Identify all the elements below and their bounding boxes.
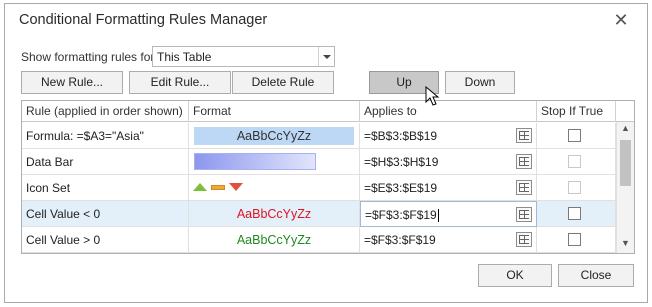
format-cell[interactable]	[189, 175, 360, 201]
table-row[interactable]: Icon Set =$E$3:$E$19	[22, 175, 616, 201]
arrow-up-icon	[193, 183, 207, 191]
applies-to-input[interactable]: =$F$3:$F$19	[365, 208, 437, 222]
range-picker-icon[interactable]	[516, 232, 532, 247]
format-cell[interactable]	[189, 149, 360, 175]
show-rules-value: This Table	[157, 50, 212, 64]
applies-to-value: =$H$3:$H$19	[364, 155, 439, 169]
range-picker-icon[interactable]	[516, 154, 532, 169]
range-picker-icon[interactable]	[516, 180, 532, 195]
dialog-title: Conditional Formatting Rules Manager	[19, 12, 268, 28]
header-format[interactable]: Format	[189, 101, 360, 122]
table-row[interactable]: Data Bar =$H$3:$H$19	[22, 149, 616, 175]
stop-if-true-checkbox	[568, 155, 581, 168]
scroll-thumb[interactable]	[620, 140, 631, 186]
close-button[interactable]: Close	[558, 264, 634, 287]
show-rules-label: Show formatting rules for:	[21, 50, 158, 64]
scroll-down-icon[interactable]: ▼	[617, 238, 634, 252]
data-bar-preview	[194, 153, 316, 170]
applies-to-cell[interactable]: =$F$3:$F$19	[360, 201, 537, 227]
edit-rule-button[interactable]: Edit Rule...	[129, 71, 231, 94]
scroll-up-icon[interactable]: ▲	[617, 123, 634, 137]
applies-to-value: =$B$3:$B$19	[364, 129, 438, 143]
applies-to-cell[interactable]: =$F$3:$F$19	[360, 227, 537, 253]
close-icon[interactable]: ✕	[611, 10, 631, 30]
title-bar: Conditional Formatting Rules Manager ✕	[5, 4, 647, 36]
stop-if-true-checkbox	[568, 181, 581, 194]
table-row[interactable]: Cell Value > 0 AaBbCcYyZz =$F$3:$F$19	[22, 227, 616, 253]
show-rules-dropdown[interactable]: This Table	[152, 46, 335, 67]
stop-if-true-cell	[537, 201, 616, 227]
stop-if-true-checkbox[interactable]	[568, 129, 581, 142]
grid-header: Rule (applied in order shown) Format App…	[22, 101, 634, 122]
vertical-scrollbar[interactable]: ▲ ▼	[616, 122, 634, 253]
table-row[interactable]: Cell Value < 0 AaBbCcYyZz =$F$3:$F$19	[22, 201, 616, 227]
rule-cell[interactable]: Icon Set	[22, 175, 189, 201]
applies-to-cell[interactable]: =$B$3:$B$19	[360, 123, 537, 149]
move-down-button[interactable]: Down	[445, 71, 515, 94]
header-stop-if-true[interactable]: Stop If True	[537, 101, 616, 122]
range-picker-icon[interactable]	[516, 207, 532, 222]
format-sample: AaBbCcYyZz	[236, 233, 312, 247]
mouse-pointer-icon	[425, 86, 440, 106]
conditional-formatting-dialog: Conditional Formatting Rules Manager ✕ S…	[4, 3, 648, 303]
text-caret	[437, 209, 439, 223]
chevron-down-icon[interactable]	[318, 47, 334, 66]
stop-if-true-checkbox[interactable]	[568, 207, 581, 220]
rule-cell[interactable]: Cell Value > 0	[22, 227, 189, 253]
ok-button[interactable]: OK	[478, 264, 552, 287]
rules-grid: Rule (applied in order shown) Format App…	[21, 100, 635, 254]
arrow-down-icon	[229, 183, 243, 191]
header-rule[interactable]: Rule (applied in order shown)	[22, 101, 189, 122]
dash-icon	[211, 185, 225, 190]
format-sample: AaBbCcYyZz	[194, 127, 354, 145]
range-picker-icon[interactable]	[516, 128, 532, 143]
format-cell[interactable]: AaBbCcYyZz	[189, 123, 360, 149]
stop-if-true-cell	[537, 123, 616, 149]
header-applies-to[interactable]: Applies to	[360, 101, 537, 122]
table-row[interactable]: Formula: =$A3="Asia" AaBbCcYyZz =$B$3:$B…	[22, 123, 616, 149]
applies-to-cell[interactable]: =$E$3:$E$19	[360, 175, 537, 201]
rule-cell[interactable]: Data Bar	[22, 149, 189, 175]
stop-if-true-checkbox[interactable]	[568, 233, 581, 246]
stop-if-true-cell	[537, 175, 616, 201]
format-sample: AaBbCcYyZz	[236, 207, 312, 221]
applies-to-cell[interactable]: =$H$3:$H$19	[360, 149, 537, 175]
stop-if-true-cell	[537, 227, 616, 253]
delete-rule-button[interactable]: Delete Rule	[232, 71, 334, 94]
format-cell[interactable]: AaBbCcYyZz	[189, 227, 360, 253]
rule-cell[interactable]: Formula: =$A3="Asia"	[22, 123, 189, 149]
new-rule-button[interactable]: New Rule...	[21, 71, 123, 94]
applies-to-value: =$E$3:$E$19	[364, 181, 438, 195]
rule-cell[interactable]: Cell Value < 0	[22, 201, 189, 227]
applies-to-value: =$F$3:$F$19	[364, 233, 436, 247]
stop-if-true-cell	[537, 149, 616, 175]
format-cell[interactable]: AaBbCcYyZz	[189, 201, 360, 227]
